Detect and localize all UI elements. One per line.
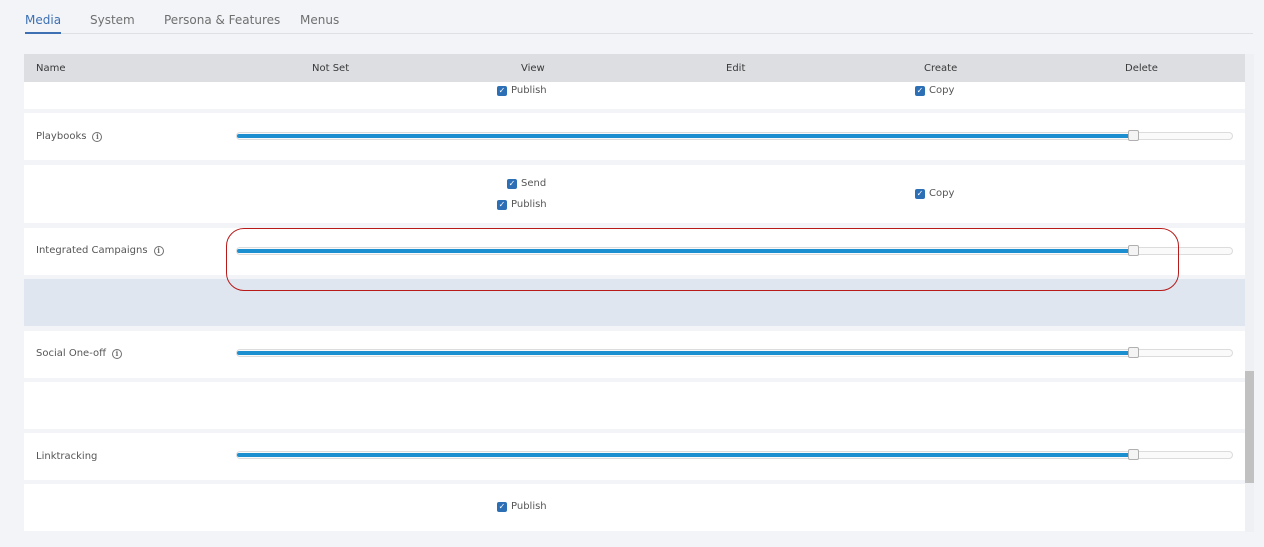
view-publish-checkbox[interactable]: ✓ Publish [497,199,547,210]
tab-menus[interactable]: Menus [300,13,339,34]
column-header-delete: Delete [1125,63,1158,74]
slider-thumb[interactable] [1127,449,1139,460]
check-icon: ✓ [915,85,925,96]
column-header-not-set: Not Set [312,63,350,74]
options-row: ✓ Publish ✓ Copy [24,82,1245,109]
info-icon[interactable]: i [153,245,164,256]
slider-thumb[interactable] [1127,347,1139,358]
permission-slider[interactable] [236,245,1233,256]
row-label: Social One-off i [36,348,122,359]
row-label: Integrated Campaigns i [36,245,164,256]
view-send-checkbox[interactable]: ✓ Send [507,178,546,189]
check-icon: ✓ [915,188,925,199]
options-row: ✓ Publish [24,484,1245,531]
table-row-playbooks: Playbooks i [24,113,1245,160]
checkbox-label: Copy [929,85,955,96]
checkbox-label: Copy [929,188,955,199]
column-header-name: Name [36,63,66,74]
column-header-edit: Edit [726,63,746,74]
row-name: Integrated Campaigns [36,245,148,256]
table-row-social-one-off: Social One-off i [24,331,1245,378]
permission-slider[interactable] [236,130,1233,141]
column-header-create: Create [924,63,958,74]
permission-slider[interactable] [236,347,1233,358]
create-copy-checkbox[interactable]: ✓ Copy [915,188,954,199]
info-icon[interactable]: i [112,348,122,359]
table-header: Name Not Set View Edit Create Delete [24,54,1245,82]
create-copy-checkbox[interactable]: ✓ Copy [915,85,954,96]
table-row-integrated-campaigns: Integrated Campaigns i [24,228,1245,275]
slider-fill [237,351,1133,355]
checkbox-label: Publish [511,199,547,210]
table-row-linktracking: Linktracking [24,433,1245,480]
tab-media[interactable]: Media [25,13,62,34]
check-icon: ✓ [497,501,507,512]
scrollbar-thumb[interactable] [1245,371,1254,483]
column-header-view: View [521,63,545,74]
row-label: Linktracking [36,451,97,462]
slider-thumb[interactable] [1127,130,1139,141]
view-publish-checkbox[interactable]: ✓ Publish [497,501,547,512]
checkbox-label: Send [521,178,547,189]
view-publish-checkbox[interactable]: ✓ Publish [497,85,547,96]
check-icon: ✓ [497,85,507,96]
tab-system[interactable]: System [90,13,135,34]
permission-slider[interactable] [236,449,1233,460]
empty-row [24,382,1245,429]
slider-fill [237,134,1133,138]
check-icon: ✓ [497,199,507,210]
tab-bar: Media System Persona & Features Menus [25,0,1253,34]
selected-row[interactable] [24,279,1245,326]
checkbox-label: Publish [511,501,547,512]
slider-fill [237,249,1133,253]
info-icon[interactable]: i [92,131,103,142]
tab-persona-features[interactable]: Persona & Features [164,13,280,34]
row-label: Playbooks i [36,131,103,142]
slider-fill [237,453,1133,457]
check-icon: ✓ [507,178,517,189]
options-row: ✓ Send ✓ Publish ✓ Copy [24,165,1245,223]
checkbox-label: Publish [511,85,547,96]
row-name: Linktracking [36,451,98,462]
slider-thumb[interactable] [1127,245,1139,256]
row-name: Social One-off [36,348,106,359]
row-name: Playbooks [36,131,87,142]
